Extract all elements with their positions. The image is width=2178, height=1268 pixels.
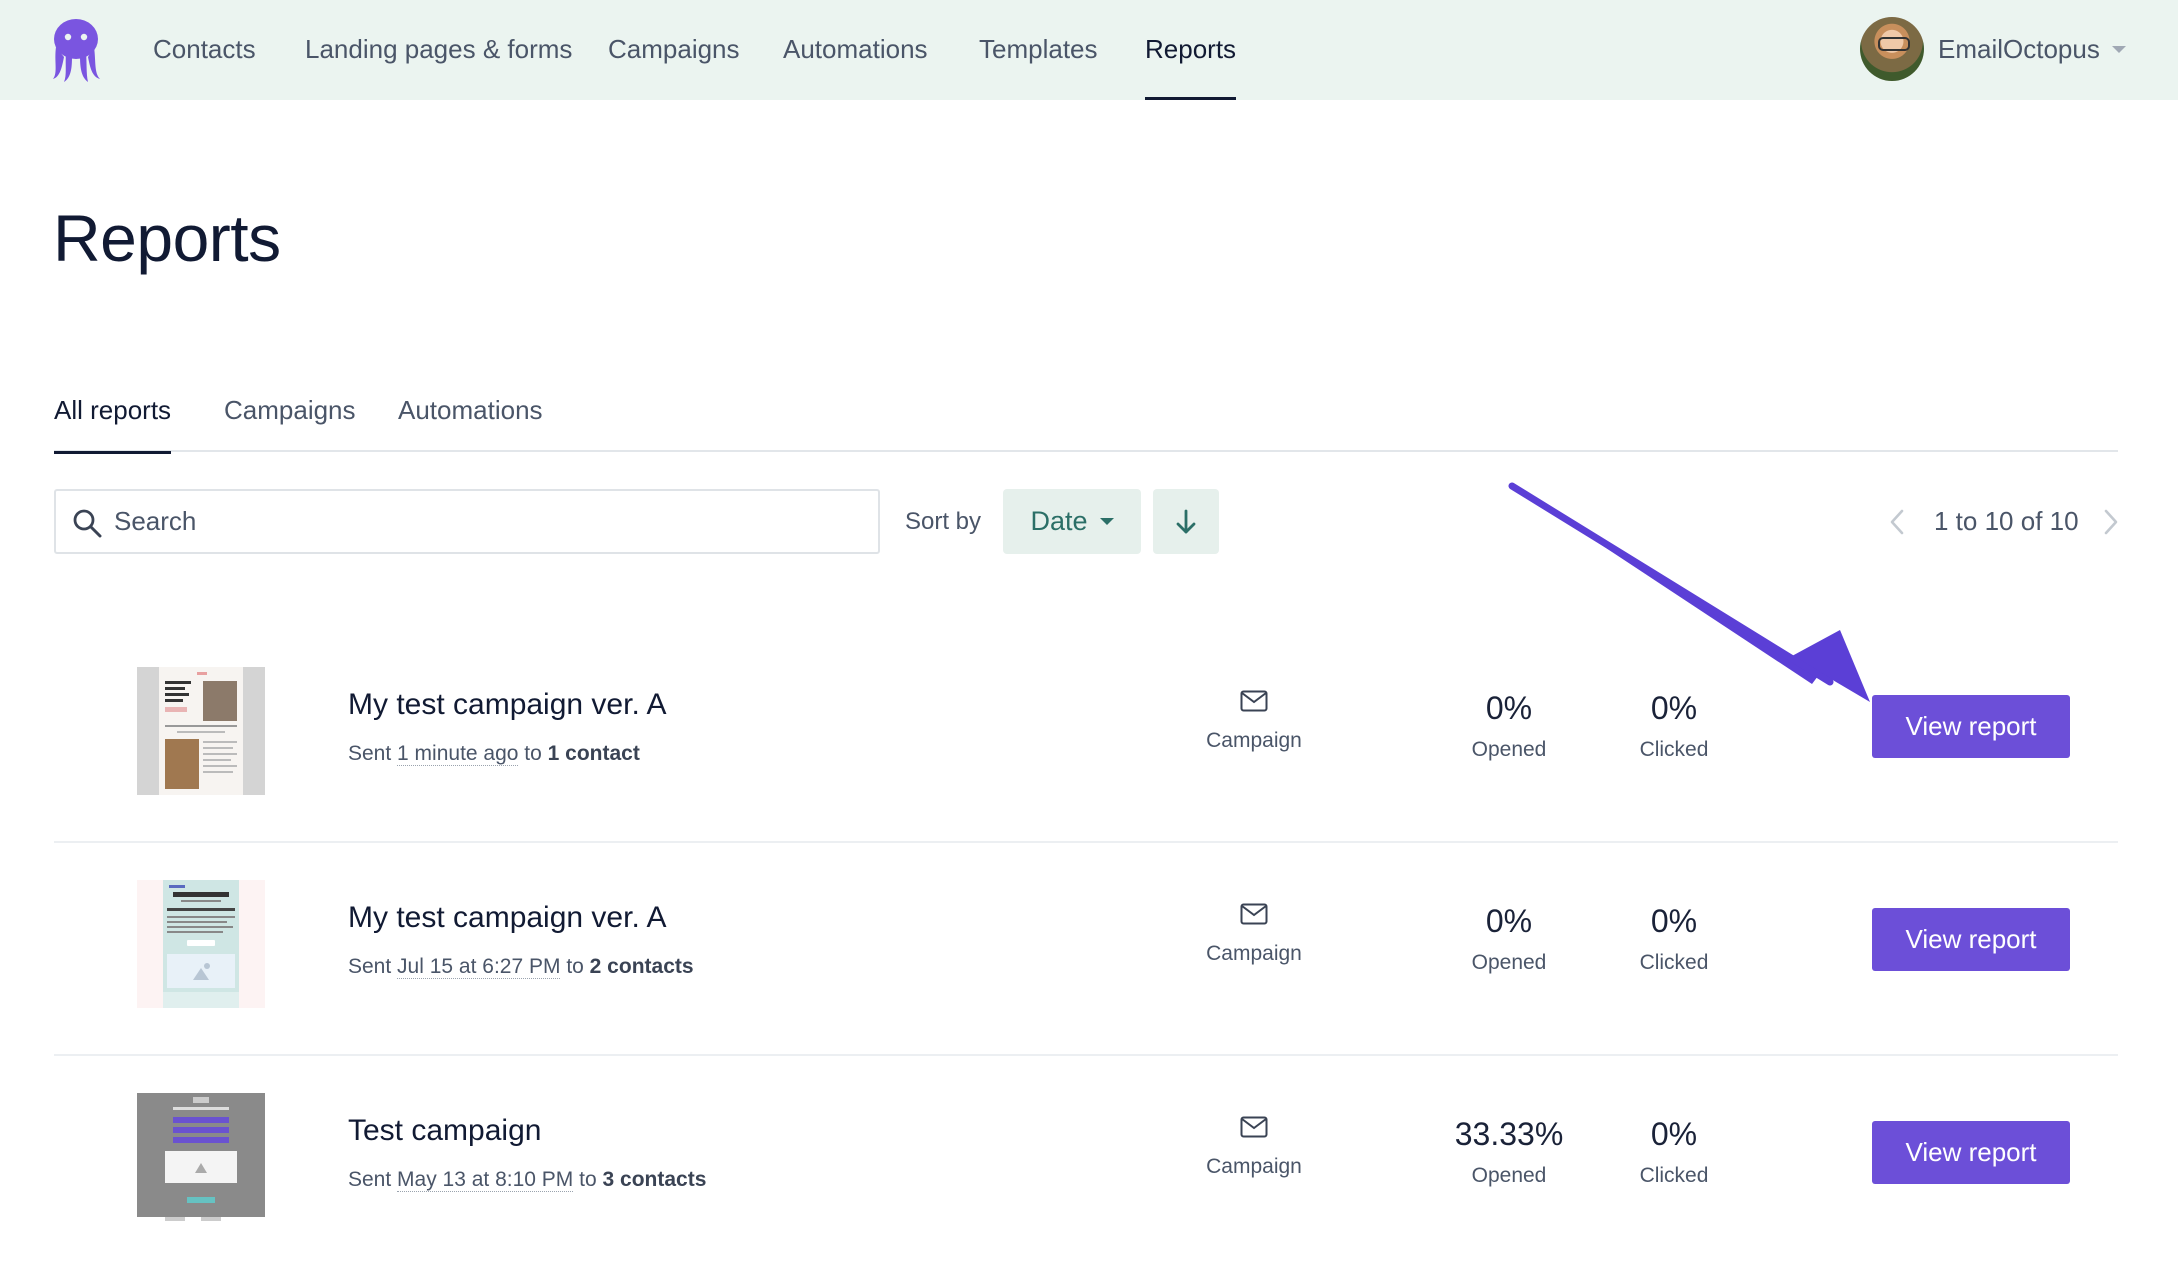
report-type-label: Campaign [1206, 1155, 1302, 1178]
report-sent-info: Sent May 13 at 8:10 PM to 3 contacts [348, 1168, 706, 1192]
recipient-count: 2 contacts [589, 955, 694, 978]
search-box [54, 489, 880, 554]
sort-field-value: Date [1030, 506, 1088, 536]
opened-metric: 33.33% Opened [1429, 1116, 1589, 1188]
search-input[interactable] [114, 491, 854, 552]
clicked-label: Clicked [1639, 951, 1709, 974]
sent-to-word: to [573, 1168, 603, 1191]
opened-label: Opened [1471, 1164, 1547, 1187]
clicked-value: 0% [1650, 903, 1698, 939]
tab-automations[interactable]: Automations [398, 380, 543, 452]
view-report-button[interactable]: View report [1872, 1121, 2070, 1184]
report-row: My test campaign ver. A Sent 1 minute ag… [54, 630, 2118, 843]
nav-contacts[interactable]: Contacts [153, 0, 256, 100]
report-title[interactable]: My test campaign ver. A [348, 688, 666, 722]
account-name[interactable]: EmailOctopus [1938, 34, 2100, 65]
report-tabs: All reports Campaigns Automations [54, 380, 2118, 454]
report-row: My test campaign ver. A Sent Jul 15 at 6… [54, 843, 2118, 1056]
envelope-icon [1240, 1116, 1268, 1138]
nav-automations[interactable]: Automations [783, 0, 928, 100]
report-type: Campaign [1174, 1116, 1334, 1179]
avatar[interactable] [1860, 17, 1924, 81]
account-menu[interactable]: EmailOctopus [1860, 16, 2126, 82]
nav-templates[interactable]: Templates [979, 0, 1098, 100]
opened-metric: 0% Opened [1429, 903, 1589, 975]
search-icon [73, 509, 102, 538]
clicked-metric: 0% Clicked [1614, 690, 1734, 762]
sent-to-word: to [560, 955, 590, 978]
opened-label: Opened [1471, 951, 1547, 974]
clicked-metric: 0% Clicked [1614, 1116, 1734, 1188]
envelope-icon [1240, 690, 1268, 712]
email-thumbnail[interactable] [137, 1093, 265, 1221]
chevron-left-icon[interactable] [1886, 508, 1908, 536]
pagination-range: 1 to 10 of 10 [1934, 506, 2079, 536]
recipient-count: 1 contact [547, 742, 640, 765]
clicked-value: 0% [1650, 690, 1698, 726]
clicked-metric: 0% Clicked [1614, 903, 1734, 975]
nav-landing-pages-forms[interactable]: Landing pages & forms [305, 0, 572, 100]
opened-label: Opened [1471, 738, 1547, 761]
report-title[interactable]: Test campaign [348, 1114, 541, 1148]
arrow-down-icon [1176, 509, 1196, 533]
report-sent-info: Sent 1 minute ago to 1 contact [348, 742, 640, 766]
sent-prefix: Sent [348, 955, 398, 978]
sent-to-word: to [518, 742, 548, 765]
top-navigation: Contacts Landing pages & forms Campaigns… [0, 0, 2178, 100]
nav-campaigns[interactable]: Campaigns [608, 0, 740, 100]
opened-metric: 0% Opened [1429, 690, 1589, 762]
sort-by-label: Sort by [905, 508, 982, 535]
tab-campaigns[interactable]: Campaigns [224, 380, 356, 452]
clicked-label: Clicked [1639, 1164, 1709, 1187]
opened-value: 33.33% [1454, 1116, 1564, 1152]
caret-down-icon [1099, 518, 1114, 525]
view-report-button[interactable]: View report [1872, 908, 2070, 971]
sent-prefix: Sent [348, 742, 398, 765]
sort-field-dropdown[interactable]: Date [1003, 489, 1141, 554]
envelope-icon [1240, 903, 1268, 925]
report-type: Campaign [1174, 690, 1334, 753]
sent-prefix: Sent [348, 1168, 398, 1191]
sent-time: May 13 at 8:10 PM [397, 1168, 574, 1192]
view-report-button[interactable]: View report [1872, 695, 2070, 758]
report-type: Campaign [1174, 903, 1334, 966]
sent-time: 1 minute ago [397, 742, 519, 766]
clicked-value: 0% [1650, 1116, 1698, 1152]
nav-reports[interactable]: Reports [1145, 0, 1237, 100]
report-row: Test campaign Sent May 13 at 8:10 PM to … [54, 1056, 2118, 1268]
report-title[interactable]: My test campaign ver. A [348, 901, 666, 935]
email-thumbnail[interactable] [137, 880, 265, 1008]
opened-value: 0% [1485, 690, 1533, 726]
chevron-right-icon[interactable] [2100, 508, 2122, 536]
sent-time: Jul 15 at 6:27 PM [397, 955, 561, 979]
email-thumbnail[interactable] [137, 667, 265, 795]
sort-direction-button[interactable] [1153, 489, 1219, 554]
clicked-label: Clicked [1639, 738, 1709, 761]
report-type-label: Campaign [1206, 942, 1302, 965]
report-sent-info: Sent Jul 15 at 6:27 PM to 2 contacts [348, 955, 694, 979]
chevron-down-icon[interactable] [2111, 45, 2126, 53]
octopus-logo-icon[interactable] [50, 17, 102, 83]
page-title: Reports [53, 201, 281, 275]
recipient-count: 3 contacts [602, 1168, 707, 1191]
report-type-label: Campaign [1206, 729, 1302, 752]
tab-all-reports[interactable]: All reports [54, 380, 172, 454]
opened-value: 0% [1485, 903, 1533, 939]
